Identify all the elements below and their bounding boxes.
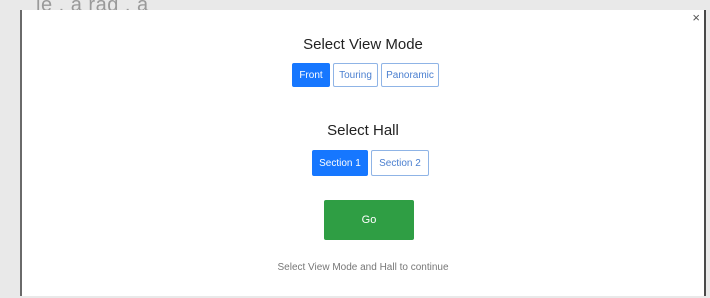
view-mode-title: Select View Mode (303, 36, 423, 53)
instruction-text: Select View Mode and Hall to continue (277, 262, 449, 273)
close-icon[interactable]: × (692, 10, 700, 26)
hall-section-2-button[interactable]: Section 2 (371, 150, 429, 176)
view-mode-front-button[interactable]: Front (292, 63, 330, 87)
selection-dialog: × Select View Mode Front Touring Panoram… (20, 10, 706, 296)
hall-title: Select Hall (327, 122, 399, 139)
hall-button-group: Section 1 Section 2 (312, 150, 429, 176)
view-mode-panoramic-button[interactable]: Panoramic (381, 63, 439, 87)
hall-section-1-button[interactable]: Section 1 (312, 150, 368, 176)
view-mode-button-group: Front Touring Panoramic (292, 63, 439, 87)
go-button[interactable]: Go (324, 200, 414, 240)
view-mode-touring-button[interactable]: Touring (333, 63, 378, 87)
